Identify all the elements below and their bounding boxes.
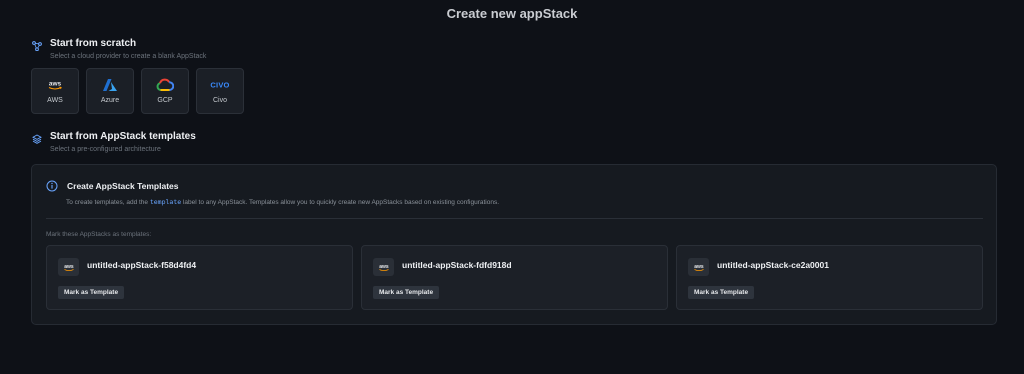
page-title: Create new appStack xyxy=(446,6,578,21)
templates-section-header: Start from AppStack templates Select a p… xyxy=(32,131,196,153)
template-label-code: template xyxy=(149,198,182,206)
appstack-card: aws untitled-appStack-fdfd918d Mark as T… xyxy=(361,245,668,310)
appstack-card-list: aws untitled-appStack-f58d4fd4 Mark as T… xyxy=(46,245,983,310)
templates-subtitle: Select a pre-configured architecture xyxy=(50,146,161,153)
provider-azure-button[interactable]: Azure xyxy=(86,68,134,114)
mark-as-template-button[interactable]: Mark as Template xyxy=(688,286,755,299)
aws-logo-icon: aws xyxy=(58,258,79,276)
provider-label: Azure xyxy=(100,97,120,104)
divider xyxy=(46,218,983,219)
info-desc-after: label to any AppStack. Templates allow y… xyxy=(182,199,500,206)
scratch-section-header: Start from scratch Select a cloud provid… xyxy=(32,38,206,60)
provider-label: AWS xyxy=(47,97,63,104)
templates-panel: Create AppStack Templates To create temp… xyxy=(31,164,997,325)
appstack-name: untitled-appStack-fdfd918d xyxy=(402,260,512,270)
aws-logo-icon: aws xyxy=(688,258,709,276)
svg-text:CIVO: CIVO xyxy=(210,81,229,90)
info-header: Create AppStack Templates xyxy=(46,180,178,192)
templates-title: Start from AppStack templates xyxy=(50,131,196,142)
appstack-name: untitled-appStack-ce2a0001 xyxy=(717,260,829,270)
civo-logo-icon: CIVO xyxy=(210,78,230,92)
svg-text:aws: aws xyxy=(49,81,62,88)
svg-text:aws: aws xyxy=(694,264,704,270)
info-description: To create templates, add the template la… xyxy=(66,198,499,206)
info-title: Create AppStack Templates xyxy=(67,181,179,191)
mark-as-template-button[interactable]: Mark as Template xyxy=(58,286,125,299)
info-desc-before: To create templates, add the xyxy=(66,199,149,206)
svg-text:aws: aws xyxy=(379,264,389,270)
aws-logo-icon: aws xyxy=(373,258,394,276)
provider-aws-button[interactable]: aws AWS xyxy=(31,68,79,114)
gcp-logo-icon xyxy=(156,78,174,92)
provider-list: aws AWS Azure GCP CIVO Civo xyxy=(31,68,244,114)
info-icon xyxy=(46,180,58,192)
scratch-title: Start from scratch xyxy=(50,38,137,49)
scratch-subtitle: Select a cloud provider to create a blan… xyxy=(50,53,207,60)
layers-icon xyxy=(32,134,42,144)
appstack-name: untitled-appStack-f58d4fd4 xyxy=(87,260,197,270)
provider-label: Civo xyxy=(212,97,227,104)
azure-logo-icon xyxy=(102,78,118,92)
provider-gcp-button[interactable]: GCP xyxy=(141,68,189,114)
aws-logo-icon: aws xyxy=(46,78,64,92)
mark-templates-label: Mark these AppStacks as templates: xyxy=(46,231,152,238)
appstack-card: aws untitled-appStack-f58d4fd4 Mark as T… xyxy=(46,245,353,310)
svg-text:aws: aws xyxy=(64,264,74,270)
nodes-icon xyxy=(32,41,42,51)
provider-civo-button[interactable]: CIVO Civo xyxy=(196,68,244,114)
provider-label: GCP xyxy=(157,97,173,104)
mark-as-template-button[interactable]: Mark as Template xyxy=(373,286,440,299)
appstack-card: aws untitled-appStack-ce2a0001 Mark as T… xyxy=(676,245,983,310)
